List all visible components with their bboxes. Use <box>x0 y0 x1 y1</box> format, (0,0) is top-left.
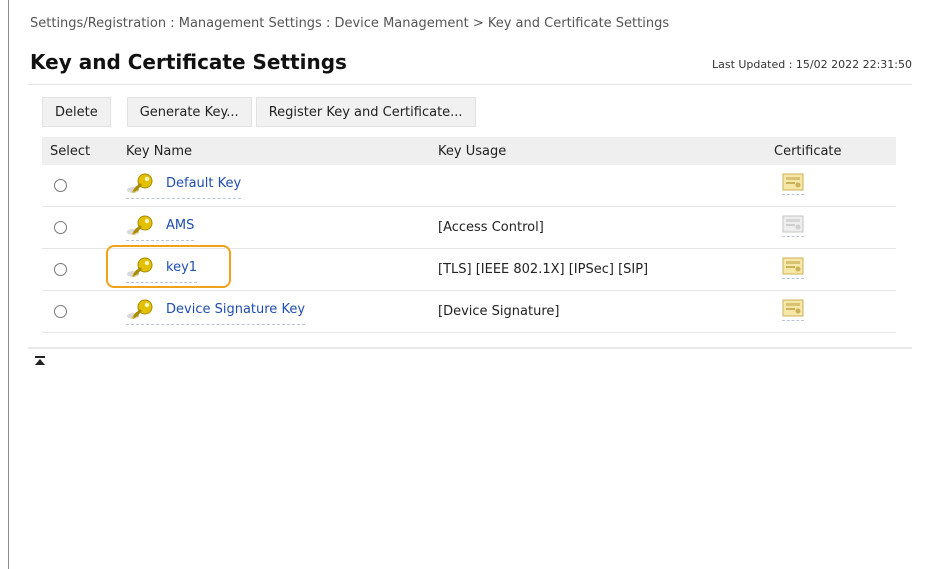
header-select: Select <box>42 137 118 165</box>
select-cell <box>42 248 118 291</box>
select-cell <box>42 206 118 249</box>
key-name-link-wrap[interactable]: AMS <box>126 215 195 241</box>
key-usage-cell <box>430 165 766 207</box>
toolbar-group-keys: Generate Key... Register Key and Certifi… <box>126 97 476 127</box>
key-name-link-wrap[interactable]: Default Key <box>126 173 242 199</box>
certificate-icon[interactable] <box>782 299 804 321</box>
key-name-cell: Default Key <box>118 165 430 207</box>
key-name-link[interactable]: AMS <box>166 218 194 233</box>
select-radio[interactable] <box>54 263 67 276</box>
select-radio[interactable] <box>54 179 67 192</box>
certificate-cell <box>766 206 896 249</box>
table-bottom-divider <box>28 347 912 349</box>
last-updated: Last Updated : 15/02 2022 22:31:50 <box>711 58 912 71</box>
select-cell <box>42 165 118 207</box>
key-table: Select Key Name Key Usage Certificate De… <box>42 137 896 333</box>
key-name-link-wrap[interactable]: key1 <box>106 244 232 288</box>
back-to-top-icon[interactable] <box>34 356 46 366</box>
key-usage-cell: [Device Signature] <box>430 290 766 333</box>
certificate-cell <box>766 290 896 333</box>
key-icon <box>126 299 156 321</box>
key-name-link-wrap[interactable]: Device Signature Key <box>126 299 306 325</box>
select-radio[interactable] <box>54 305 67 318</box>
table-row: AMS [Access Control] <box>42 206 896 249</box>
header-certificate: Certificate <box>766 137 896 165</box>
toolbar: Delete Generate Key... Register Key and … <box>42 97 476 127</box>
key-usage-cell: [Access Control] <box>430 206 766 249</box>
certificate-icon-disabled[interactable] <box>782 215 804 237</box>
title-divider <box>28 84 912 85</box>
key-name-cell: Device Signature Key <box>118 290 430 333</box>
certificate-icon[interactable] <box>782 173 804 195</box>
key-name-cell: AMS <box>118 206 430 249</box>
key-icon <box>126 173 156 195</box>
certificate-cell <box>766 165 896 207</box>
delete-button[interactable]: Delete <box>42 97 111 127</box>
page-title: Key and Certificate Settings <box>30 50 347 74</box>
breadcrumb: Settings/Registration : Management Setti… <box>30 16 670 31</box>
certificate-cell <box>766 248 896 291</box>
certificate-icon[interactable] <box>782 257 804 279</box>
key-name-cell: key1 <box>106 244 430 291</box>
key-usage-cell: [TLS] [IEEE 802.1X] [IPSec] [SIP] <box>430 248 766 291</box>
header-key-usage: Key Usage <box>430 137 766 165</box>
key-name-link[interactable]: Device Signature Key <box>166 302 305 317</box>
generate-key-button[interactable]: Generate Key... <box>126 97 252 127</box>
table-row: Device Signature Key [Device Signature] <box>42 290 896 333</box>
key-icon <box>126 257 156 279</box>
register-key-certificate-button[interactable]: Register Key and Certificate... <box>255 97 476 127</box>
table-row: Default Key <box>42 165 896 207</box>
select-cell <box>42 290 118 333</box>
key-name-link[interactable]: Default Key <box>166 176 241 191</box>
key-icon <box>126 215 156 237</box>
select-radio[interactable] <box>54 221 67 234</box>
table-row: key1 [TLS] [IEEE 802.1X] [IPSec] [SIP] <box>42 244 896 291</box>
table-header-row: Select Key Name Key Usage Certificate <box>42 137 896 165</box>
key-name-link[interactable]: key1 <box>166 260 197 275</box>
toolbar-group-delete: Delete <box>42 97 111 127</box>
header-key-name: Key Name <box>118 137 430 165</box>
